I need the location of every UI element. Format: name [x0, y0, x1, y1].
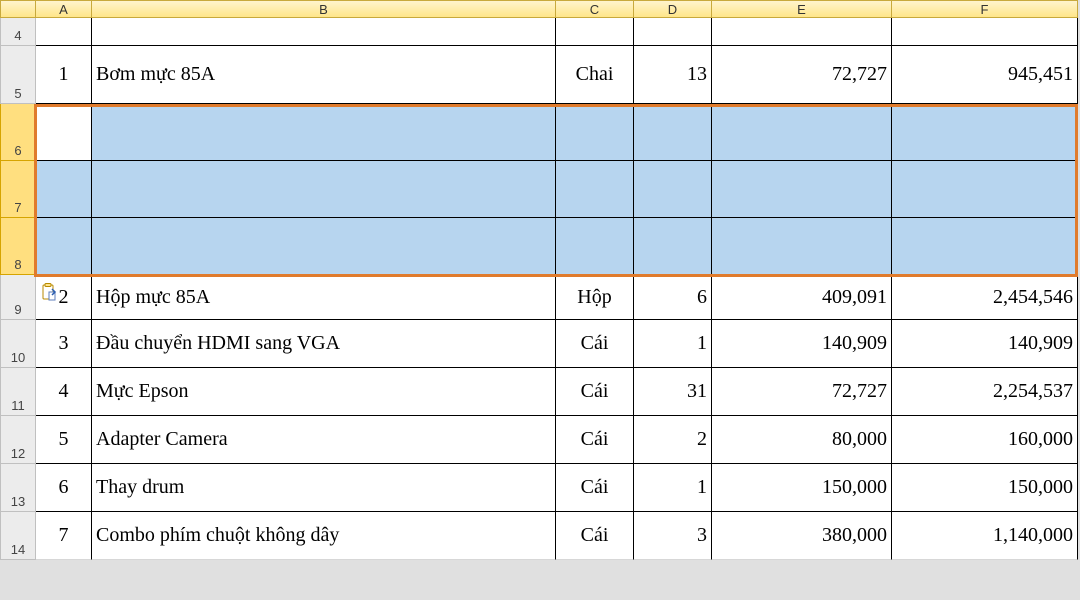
cell-E8[interactable] [712, 218, 892, 275]
cell-F4[interactable] [892, 18, 1078, 46]
cell-B5[interactable]: Bơm mực 85A [92, 46, 556, 104]
cell-B6[interactable] [92, 104, 556, 161]
cell-E12[interactable]: 80,000 [712, 416, 892, 464]
cell-A4[interactable] [36, 18, 92, 46]
cell-C13[interactable]: Cái [556, 464, 634, 512]
cell-F14[interactable]: 1,140,000 [892, 512, 1078, 560]
row-header-9[interactable]: 9 [0, 275, 36, 320]
cells-area: 1 Bơm mực 85A Chai 13 72,727 945,451 [36, 18, 1078, 560]
cell-E9[interactable]: 409,091 [712, 275, 892, 320]
cell-D10[interactable]: 1 [634, 320, 712, 368]
col-header-D[interactable]: D [634, 0, 712, 18]
cell-F13[interactable]: 150,000 [892, 464, 1078, 512]
row-header-6[interactable]: 6 [0, 104, 36, 161]
cell-D9[interactable]: 6 [634, 275, 712, 320]
cell-F9[interactable]: 2,454,546 [892, 275, 1078, 320]
cell-A9[interactable]: 2 [36, 275, 92, 320]
cell-C7[interactable] [556, 161, 634, 218]
cell-B8[interactable] [92, 218, 556, 275]
row-header-5[interactable]: 5 [0, 46, 36, 104]
cell-A8[interactable] [36, 218, 92, 275]
cell-F12[interactable]: 160,000 [892, 416, 1078, 464]
cell-D7[interactable] [634, 161, 712, 218]
cell-A5[interactable]: 1 [36, 46, 92, 104]
cell-A11[interactable]: 4 [36, 368, 92, 416]
cell-E6[interactable] [712, 104, 892, 161]
cell-B7[interactable] [92, 161, 556, 218]
col-header-C[interactable]: C [556, 0, 634, 18]
cell-C6[interactable] [556, 104, 634, 161]
cell-A12[interactable]: 5 [36, 416, 92, 464]
cell-A14[interactable]: 7 [36, 512, 92, 560]
cell-E7[interactable] [712, 161, 892, 218]
row-header-12[interactable]: 12 [0, 416, 36, 464]
cell-D14[interactable]: 3 [634, 512, 712, 560]
cell-C8[interactable] [556, 218, 634, 275]
cell-E4[interactable] [712, 18, 892, 46]
cell-C5[interactable]: Chai [556, 46, 634, 104]
cell-E10[interactable]: 140,909 [712, 320, 892, 368]
cell-B4[interactable] [92, 18, 556, 46]
cell-D4[interactable] [634, 18, 712, 46]
cell-F5[interactable]: 945,451 [892, 46, 1078, 104]
cell-E13[interactable]: 150,000 [712, 464, 892, 512]
cell-B11[interactable]: Mực Epson [92, 368, 556, 416]
cell-F8[interactable] [892, 218, 1078, 275]
cell-C14[interactable]: Cái [556, 512, 634, 560]
cell-D5[interactable]: 13 [634, 46, 712, 104]
cell-D12[interactable]: 2 [634, 416, 712, 464]
cell-D11[interactable]: 31 [634, 368, 712, 416]
cell-F11[interactable]: 2,254,537 [892, 368, 1078, 416]
select-all-corner[interactable] [0, 0, 36, 18]
cell-C4[interactable] [556, 18, 634, 46]
column-header-row: A B C D E F [0, 0, 1078, 18]
cell-F7[interactable] [892, 161, 1078, 218]
col-header-E[interactable]: E [712, 0, 892, 18]
row-header-7[interactable]: 7 [0, 161, 36, 218]
cell-F10[interactable]: 140,909 [892, 320, 1078, 368]
cell-E11[interactable]: 72,727 [712, 368, 892, 416]
cell-E14[interactable]: 380,000 [712, 512, 892, 560]
spreadsheet-grid: A B C D E F 4 5 6 7 8 9 10 11 12 13 14 [0, 0, 1078, 560]
cell-C10[interactable]: Cái [556, 320, 634, 368]
row-header-4[interactable]: 4 [0, 18, 36, 46]
row-header-8[interactable]: 8 [0, 218, 36, 275]
col-header-A[interactable]: A [36, 0, 92, 18]
cell-B13[interactable]: Thay drum [92, 464, 556, 512]
cell-B14[interactable]: Combo phím chuột không dây [92, 512, 556, 560]
cell-A7[interactable] [36, 161, 92, 218]
cell-C9[interactable]: Hộp [556, 275, 634, 320]
row-header-10[interactable]: 10 [0, 320, 36, 368]
cell-D8[interactable] [634, 218, 712, 275]
cell-E5[interactable]: 72,727 [712, 46, 892, 104]
row-header-13[interactable]: 13 [0, 464, 36, 512]
cell-D13[interactable]: 1 [634, 464, 712, 512]
cell-C11[interactable]: Cái [556, 368, 634, 416]
cell-D6[interactable] [634, 104, 712, 161]
col-header-F[interactable]: F [892, 0, 1078, 18]
cell-A13[interactable]: 6 [36, 464, 92, 512]
row-header-11[interactable]: 11 [0, 368, 36, 416]
cell-B12[interactable]: Adapter Camera [92, 416, 556, 464]
cell-B9[interactable]: Hộp mực 85A [92, 275, 556, 320]
cell-F6[interactable] [892, 104, 1078, 161]
row-header-14[interactable]: 14 [0, 512, 36, 560]
col-header-B[interactable]: B [92, 0, 556, 18]
cell-B10[interactable]: Đầu chuyển HDMI sang VGA [92, 320, 556, 368]
cell-C12[interactable]: Cái [556, 416, 634, 464]
row-header-column: 4 5 6 7 8 9 10 11 12 13 14 [0, 18, 36, 560]
cell-A10[interactable]: 3 [36, 320, 92, 368]
cell-A6[interactable] [36, 104, 92, 161]
